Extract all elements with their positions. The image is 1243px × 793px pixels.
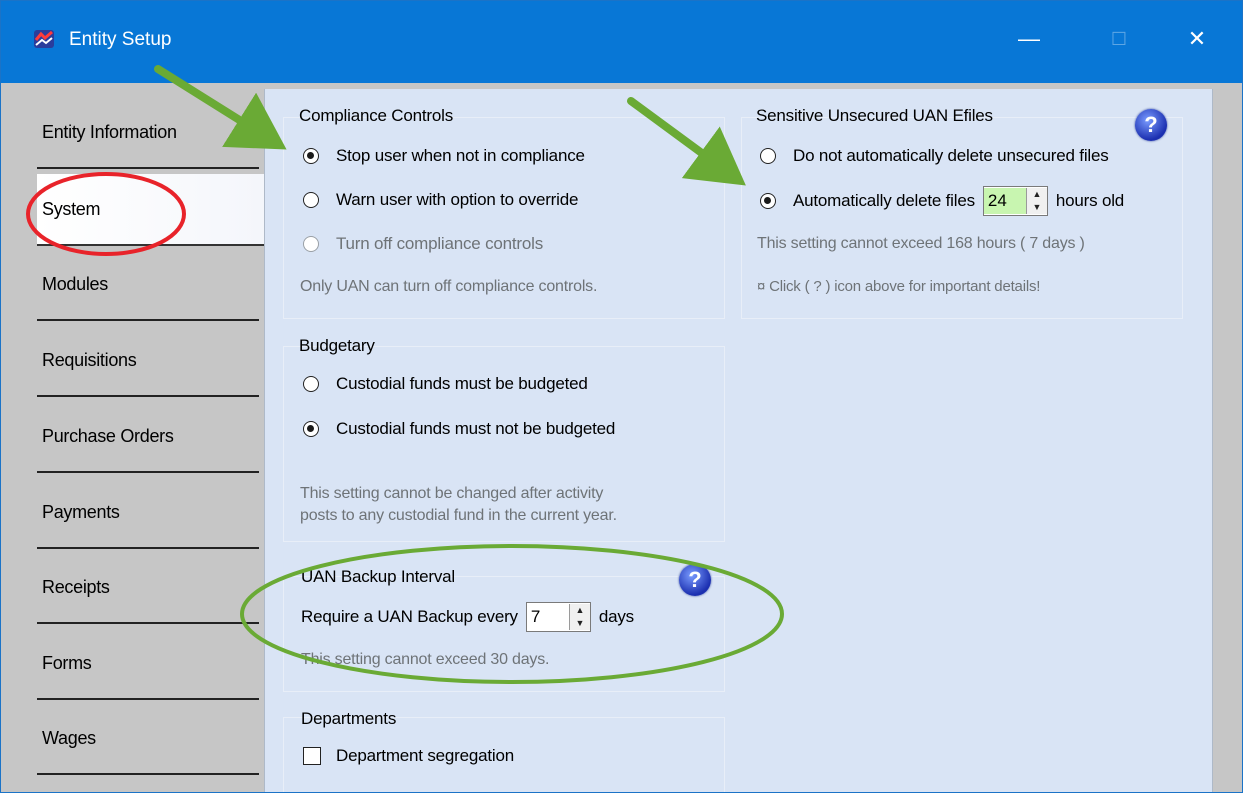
green-circle-backup bbox=[240, 544, 784, 684]
green-arrow-autodelete bbox=[627, 97, 746, 186]
green-arrow-compliance bbox=[154, 65, 287, 150]
red-circle-system-tab bbox=[26, 172, 186, 256]
entity-setup-window: Entity Setup — ☐ ✕ Entity Information Sy… bbox=[0, 0, 1243, 793]
annotation-overlay bbox=[26, 65, 784, 684]
